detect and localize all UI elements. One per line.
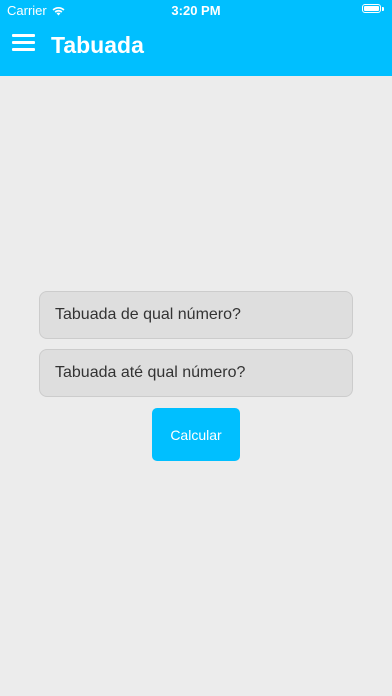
status-bar: Carrier 3:20 PM — [0, 0, 392, 22]
hamburger-menu-icon[interactable] — [12, 34, 36, 54]
number-input[interactable] — [39, 291, 353, 339]
header: Carrier 3:20 PM Tabuada — [0, 0, 392, 76]
calculate-button[interactable]: Calcular — [152, 408, 240, 461]
page-title: Tabuada — [51, 32, 144, 58]
battery-icon — [362, 4, 384, 15]
limit-input[interactable] — [39, 349, 353, 397]
status-time: 3:20 PM — [171, 3, 221, 18]
app-bar: Tabuada — [0, 22, 392, 70]
